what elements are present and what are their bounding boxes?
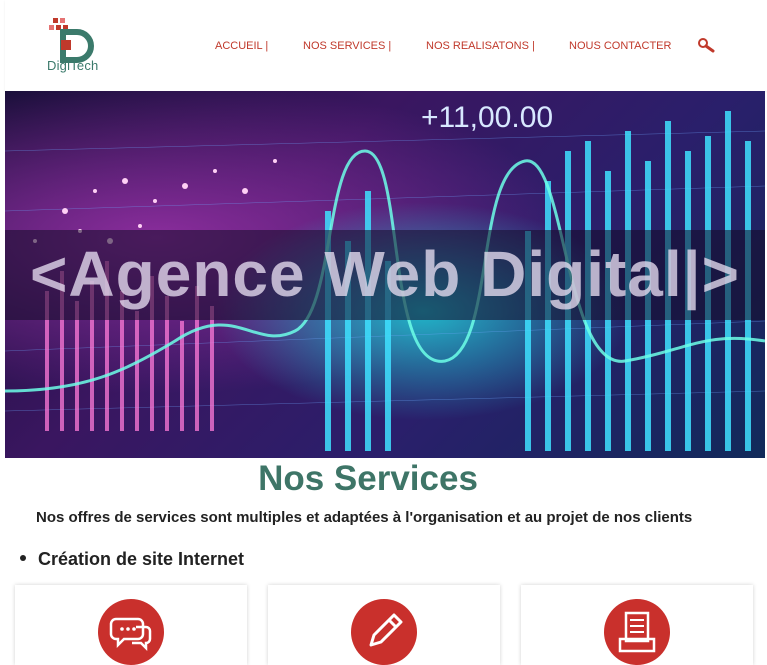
site-header: DigiTech ACCUEIL | NOS SERVICES | NOS RE… [5, 0, 767, 91]
services-title: Nos Services [258, 459, 478, 498]
nav-item-accueil[interactable]: ACCUEIL | [215, 40, 268, 52]
service-card-3[interactable] [521, 585, 753, 665]
service-bullet-label: Création de site Internet [38, 549, 245, 569]
search-icon[interactable] [697, 37, 715, 53]
service-card-1[interactable] [15, 585, 247, 665]
bullet-dot [20, 555, 26, 562]
chat-bubbles-icon [98, 599, 164, 665]
nav-item-nos-realisations[interactable]: NOS REALISATONS | [426, 40, 535, 52]
pencil-icon [351, 599, 417, 665]
hero-banner: +11,00.00 <Agence Web Digital|> [5, 91, 765, 458]
hero-ticker: +11,00.00 [421, 101, 554, 134]
document-printer-icon [604, 599, 670, 665]
hero-title: <Agence Web Digital|> [30, 238, 740, 310]
service-bullet: Création de site Internet [20, 549, 244, 570]
services-subtitle: Nos offres de services sont multiples et… [36, 509, 693, 526]
nav-item-nos-services[interactable]: NOS SERVICES | [303, 40, 391, 52]
nav-item-nous-contacter[interactable]: NOUS CONTACTER [569, 40, 671, 52]
service-card-2[interactable] [268, 585, 500, 665]
logo-text: DigiTech [47, 58, 99, 73]
